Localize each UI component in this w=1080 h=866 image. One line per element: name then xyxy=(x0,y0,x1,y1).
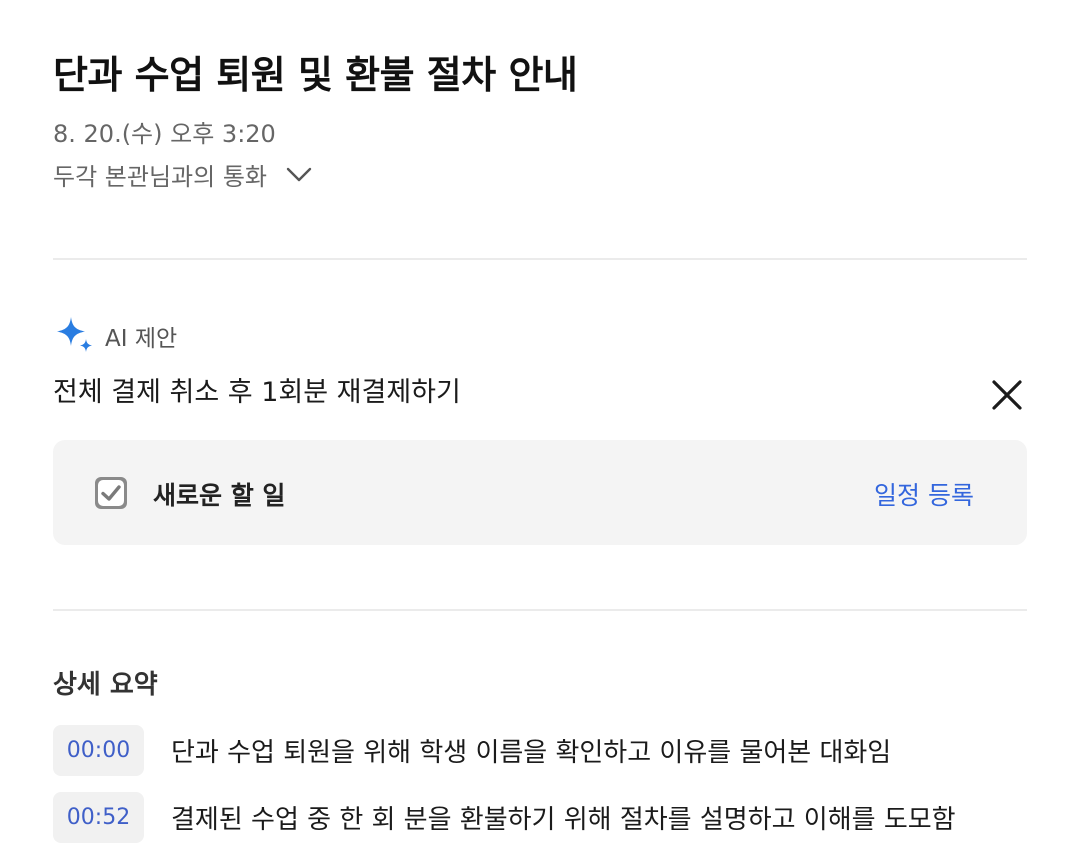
call-datetime: 8. 20.(수) 오후 3:20 xyxy=(53,120,276,148)
ai-suggestion-text: 전체 결제 취소 후 1회분 재결제하기 xyxy=(53,377,461,408)
call-summary-page: 단과 수업 퇴원 및 환불 절차 안내 8. 20.(수) 오후 3:20 두각… xyxy=(53,0,1027,866)
call-info-toggle[interactable]: 두각 본관님과의 통화 xyxy=(53,157,313,192)
schedule-register-button[interactable]: 일정 등록 xyxy=(874,476,974,512)
ai-suggestion-label: AI 제안 xyxy=(105,326,178,352)
detailed-summary-title: 상세 요약 xyxy=(53,670,158,700)
new-task-card: 새로운 할 일 일정 등록 xyxy=(53,440,1027,545)
chevron-down-icon xyxy=(286,167,312,181)
call-info-label: 두각 본관님과의 통화 xyxy=(53,163,267,191)
timestamp-button[interactable]: 00:00 xyxy=(53,725,144,776)
summary-item-text: 결제된 수업 중 한 회 분을 환불하기 위해 절차를 설명하고 이해를 도모함 xyxy=(171,805,956,835)
summary-item: 00:52 결제된 수업 중 한 회 분을 환불하기 위해 절차를 설명하고 이… xyxy=(53,792,956,843)
summary-item: 00:00 단과 수업 퇴원을 위해 학생 이름을 확인하고 이유를 물어본 대… xyxy=(53,725,891,776)
divider xyxy=(53,609,1027,611)
close-icon[interactable] xyxy=(989,377,1025,413)
page-title: 단과 수업 퇴원 및 환불 절차 안내 xyxy=(53,53,578,97)
ai-suggestion-header: AI 제안 xyxy=(53,315,177,357)
divider xyxy=(53,258,1027,260)
timestamp-button[interactable]: 00:52 xyxy=(53,792,144,843)
sparkle-icon xyxy=(57,317,92,352)
summary-item-text: 단과 수업 퇴원을 위해 학생 이름을 확인하고 이유를 물어본 대화임 xyxy=(171,738,892,768)
task-checkbox[interactable] xyxy=(95,477,127,509)
checkmark-icon xyxy=(98,480,124,506)
task-label: 새로운 할 일 xyxy=(153,481,286,510)
